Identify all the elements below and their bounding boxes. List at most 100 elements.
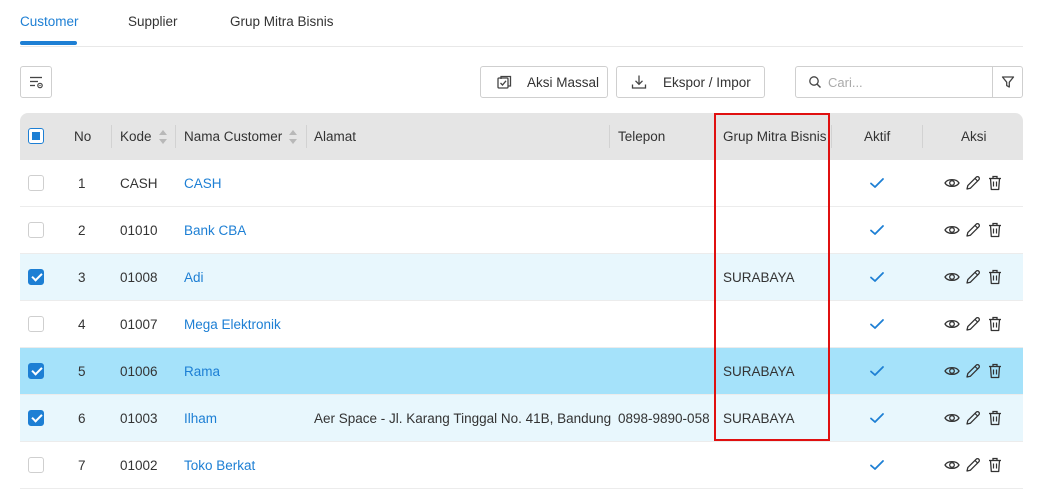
active-check-icon	[870, 460, 884, 470]
cell-alamat: Aer Space - Jl. Karang Tinggal No. 41B, …	[314, 410, 612, 426]
table-row[interactable]: 2 01010 Bank CBA	[20, 207, 1023, 254]
table-row[interactable]: 3 01008 Adi SURABAYA	[20, 254, 1023, 301]
active-check-icon	[870, 272, 884, 282]
customer-table: No Kode Nama Customer Alamat Telepon Gru…	[20, 113, 1023, 489]
row-checkbox[interactable]	[28, 457, 44, 473]
column-separator	[714, 125, 715, 148]
tab-supplier[interactable]: Supplier	[128, 14, 178, 29]
cell-no: 4	[78, 316, 86, 332]
view-eye-icon[interactable]	[943, 221, 961, 239]
edit-pencil-icon[interactable]	[964, 268, 982, 286]
tab-bar: Customer Supplier Grup Mitra Bisnis	[20, 0, 1023, 47]
active-check-icon	[870, 319, 884, 329]
table-row[interactable]: 5 01006 Rama SURABAYA	[20, 348, 1023, 395]
edit-pencil-icon[interactable]	[964, 315, 982, 333]
cell-kode: 01006	[120, 363, 158, 379]
column-header-kode-label: Kode	[120, 129, 152, 144]
edit-pencil-icon[interactable]	[964, 409, 982, 427]
cell-no: 1	[78, 175, 86, 191]
export-import-button[interactable]: Ekspor / Impor	[616, 66, 765, 98]
cell-kode: CASH	[120, 175, 158, 191]
view-eye-icon[interactable]	[943, 456, 961, 474]
cell-no: 6	[78, 410, 86, 426]
edit-pencil-icon[interactable]	[964, 174, 982, 192]
column-header-telepon: Telepon	[618, 129, 666, 144]
cell-nama-link[interactable]: Adi	[184, 254, 204, 300]
table-header: No Kode Nama Customer Alamat Telepon Gru…	[20, 113, 1023, 160]
tab-grup-mitra-bisnis[interactable]: Grup Mitra Bisnis	[230, 14, 334, 29]
column-settings-icon	[30, 76, 43, 89]
cell-no: 2	[78, 222, 86, 238]
table-row[interactable]: 7 01002 Toko Berkat	[20, 442, 1023, 489]
bulk-check-icon	[497, 75, 512, 89]
select-all-checkbox[interactable]	[28, 128, 44, 144]
delete-trash-icon[interactable]	[986, 456, 1004, 474]
cell-no: 3	[78, 269, 86, 285]
view-eye-icon[interactable]	[943, 268, 961, 286]
delete-trash-icon[interactable]	[986, 268, 1004, 286]
tab-customer[interactable]: Customer	[20, 14, 79, 29]
filter-button[interactable]	[993, 67, 1023, 97]
cell-nama-link[interactable]: Bank CBA	[184, 207, 246, 253]
column-separator	[831, 125, 832, 148]
column-separator	[175, 125, 176, 148]
cell-kode: 01003	[120, 410, 158, 426]
cell-nama-link[interactable]: Ilham	[184, 395, 217, 441]
cell-nama-link[interactable]: CASH	[184, 160, 222, 206]
cell-kode: 01008	[120, 269, 158, 285]
row-checkbox[interactable]	[28, 269, 44, 285]
table-body: 1 CASH CASH 2 01010 Bank CBA 3 01008 Adi…	[20, 160, 1023, 489]
column-header-nama[interactable]: Nama Customer	[184, 113, 298, 160]
search-icon	[809, 76, 821, 88]
column-separator	[922, 125, 923, 148]
row-checkbox[interactable]	[28, 410, 44, 426]
bulk-action-button[interactable]: Aksi Massal	[480, 66, 608, 98]
export-import-label: Ekspor / Impor	[663, 74, 751, 90]
search-input[interactable]	[828, 74, 988, 90]
delete-trash-icon[interactable]	[986, 315, 1004, 333]
edit-pencil-icon[interactable]	[964, 362, 982, 380]
delete-trash-icon[interactable]	[986, 221, 1004, 239]
row-checkbox[interactable]	[28, 363, 44, 379]
column-header-kode[interactable]: Kode	[120, 113, 168, 160]
cell-kode: 01002	[120, 457, 158, 473]
cell-grup: SURABAYA	[723, 269, 795, 285]
cell-nama-link[interactable]: Mega Elektronik	[184, 301, 281, 347]
row-checkbox[interactable]	[28, 222, 44, 238]
column-header-aktif: Aktif	[864, 129, 891, 144]
column-header-aksi: Aksi	[961, 129, 987, 144]
view-eye-icon[interactable]	[943, 315, 961, 333]
active-check-icon	[870, 225, 884, 235]
row-checkbox[interactable]	[28, 175, 44, 191]
edit-pencil-icon[interactable]	[964, 456, 982, 474]
search-box	[795, 66, 1023, 98]
cell-kode: 01010	[120, 222, 158, 238]
view-eye-icon[interactable]	[943, 362, 961, 380]
view-eye-icon[interactable]	[943, 409, 961, 427]
cell-grup: SURABAYA	[723, 410, 795, 426]
column-header-grup: Grup Mitra Bisnis	[723, 129, 827, 144]
delete-trash-icon[interactable]	[986, 362, 1004, 380]
table-row[interactable]: 6 01003 Ilham Aer Space - Jl. Karang Tin…	[20, 395, 1023, 442]
column-settings-button[interactable]	[20, 66, 52, 98]
row-checkbox[interactable]	[28, 316, 44, 332]
cell-grup: SURABAYA	[723, 363, 795, 379]
table-row[interactable]: 4 01007 Mega Elektronik	[20, 301, 1023, 348]
active-check-icon	[870, 413, 884, 423]
active-check-icon	[870, 366, 884, 376]
edit-pencil-icon[interactable]	[964, 221, 982, 239]
cell-telepon: 0898-9890-058	[618, 410, 710, 426]
column-separator	[111, 125, 112, 148]
delete-trash-icon[interactable]	[986, 409, 1004, 427]
column-separator	[306, 125, 307, 148]
cell-nama-link[interactable]: Rama	[184, 348, 220, 394]
active-check-icon	[870, 178, 884, 188]
column-header-no: No	[74, 129, 92, 144]
filter-icon	[1001, 76, 1015, 88]
cell-nama-link[interactable]: Toko Berkat	[184, 442, 255, 488]
delete-trash-icon[interactable]	[986, 174, 1004, 192]
column-separator	[609, 125, 610, 148]
table-row[interactable]: 1 CASH CASH	[20, 160, 1023, 207]
view-eye-icon[interactable]	[943, 174, 961, 192]
bulk-action-label: Aksi Massal	[527, 74, 600, 90]
